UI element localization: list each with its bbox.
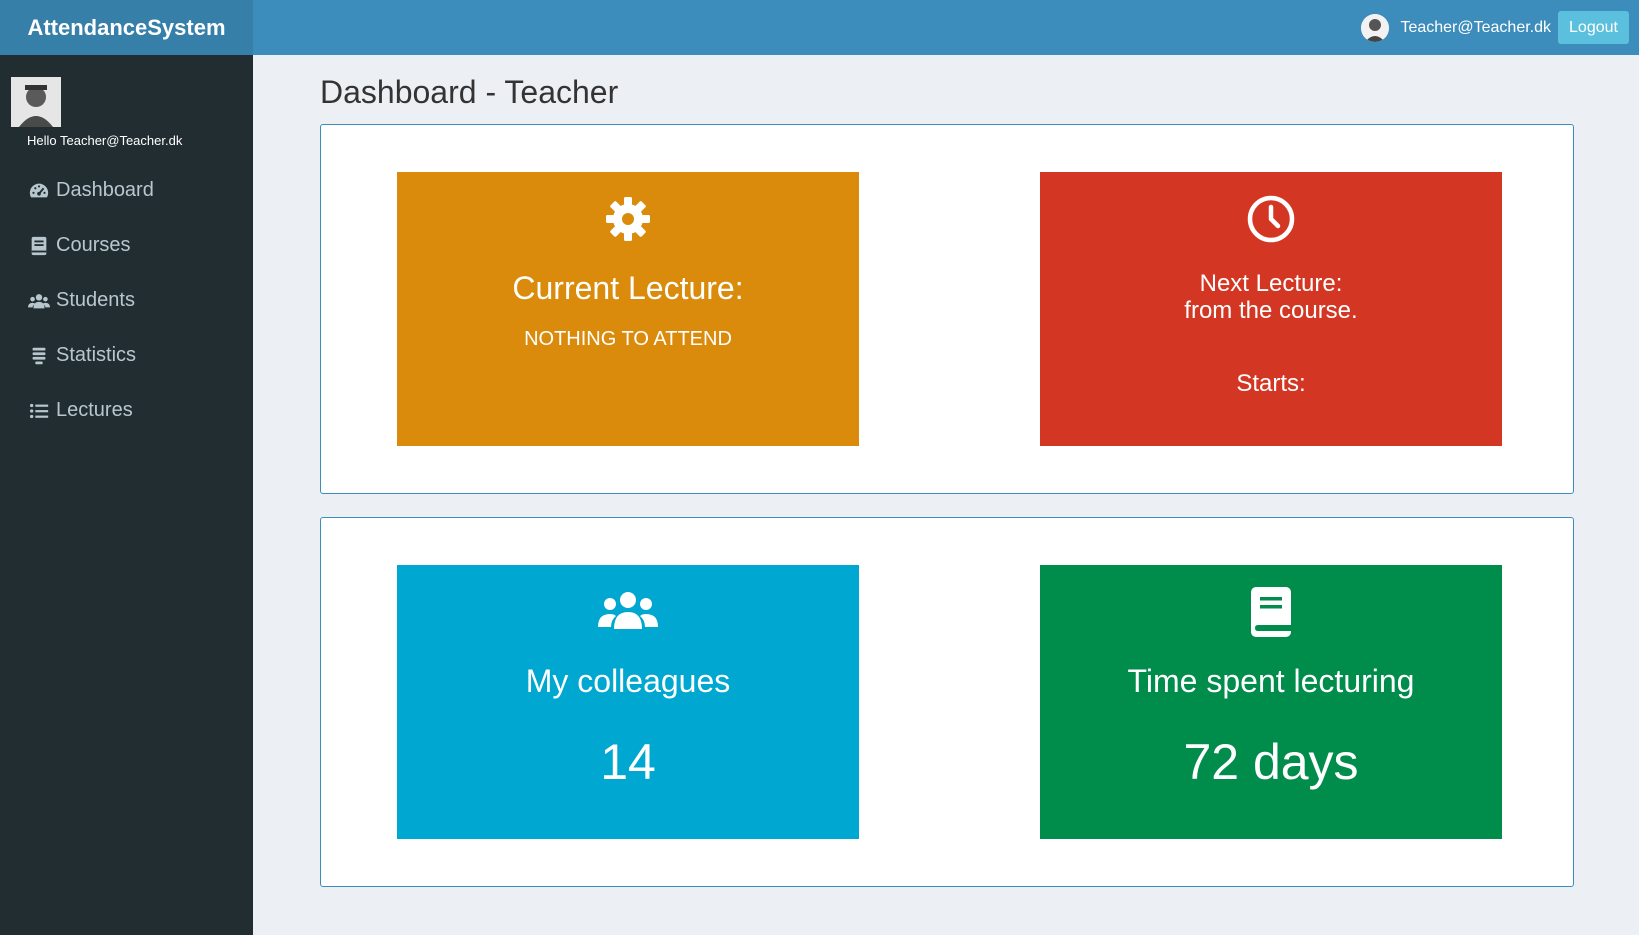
sidebar-item-label: Courses — [56, 234, 131, 256]
colleagues-label: My colleagues — [525, 663, 731, 699]
clock-icon — [1247, 195, 1295, 243]
time-spent-tile[interactable]: Time spent lecturing 72 days — [1040, 565, 1502, 839]
top-navbar: Teacher@Teacher.dk Logout — [253, 0, 1639, 55]
next-lecture-tile[interactable]: Next Lecture: from the course. Starts: — [1040, 172, 1502, 446]
current-lecture-tile[interactable]: Current Lecture: NOTHING TO ATTEND — [397, 172, 859, 446]
time-spent-label: Time spent lecturing — [1127, 663, 1415, 699]
user-greeting: Hello Teacher@Teacher.dk — [27, 133, 183, 148]
users-icon — [598, 592, 658, 629]
sidebar-item-label: Students — [56, 289, 135, 311]
current-lecture-status: NOTHING TO ATTEND — [524, 328, 732, 350]
user-email: Teacher@Teacher.dk — [1400, 18, 1551, 36]
sidebar-item-students[interactable]: Students — [0, 273, 253, 328]
next-lecture-course: from the course. — [1184, 297, 1358, 324]
list-stack-icon — [32, 347, 46, 364]
time-spent-value: 72 days — [1183, 734, 1359, 790]
gear-icon — [606, 197, 650, 241]
user-avatar — [11, 77, 61, 127]
sidebar-item-dashboard[interactable]: Dashboard — [0, 163, 253, 218]
dashboard-icon — [29, 183, 49, 197]
sidebar-item-courses[interactable]: Courses — [0, 218, 253, 273]
next-lecture-starts: Starts: — [1236, 370, 1306, 397]
colleagues-count: 14 — [600, 734, 656, 790]
user-menu[interactable]: Teacher@Teacher.dk — [1361, 0, 1551, 55]
page-title: Dashboard - Teacher — [320, 74, 619, 110]
current-lecture-title: Current Lecture: — [512, 270, 744, 306]
book-icon — [31, 236, 47, 255]
colleagues-tile[interactable]: My colleagues 14 — [397, 565, 859, 839]
logout-button[interactable]: Logout — [1558, 11, 1629, 44]
sidebar-item-lectures[interactable]: Lectures — [0, 383, 253, 438]
lecture-panel: Current Lecture: NOTHING TO ATTEND Next … — [320, 124, 1574, 494]
sidebar: Hello Teacher@Teacher.dk Dashboard Cours… — [0, 55, 253, 935]
list-icon — [30, 403, 49, 418]
sidebar-item-label: Dashboard — [56, 179, 154, 201]
users-icon — [28, 293, 50, 308]
user-avatar-small — [1361, 13, 1390, 42]
sidebar-item-label: Statistics — [56, 344, 137, 366]
next-lecture-title: Next Lecture: — [1199, 270, 1343, 297]
sidebar-item-label: Lectures — [56, 399, 133, 421]
app-brand[interactable]: AttendanceSystem — [0, 0, 253, 55]
book-icon — [1251, 587, 1291, 637]
stats-panel: My colleagues 14 Time spent lecturing 72… — [320, 517, 1574, 887]
sidebar-nav: Dashboard Courses Students Statistics Le… — [0, 163, 253, 438]
sidebar-item-statistics[interactable]: Statistics — [0, 328, 253, 383]
